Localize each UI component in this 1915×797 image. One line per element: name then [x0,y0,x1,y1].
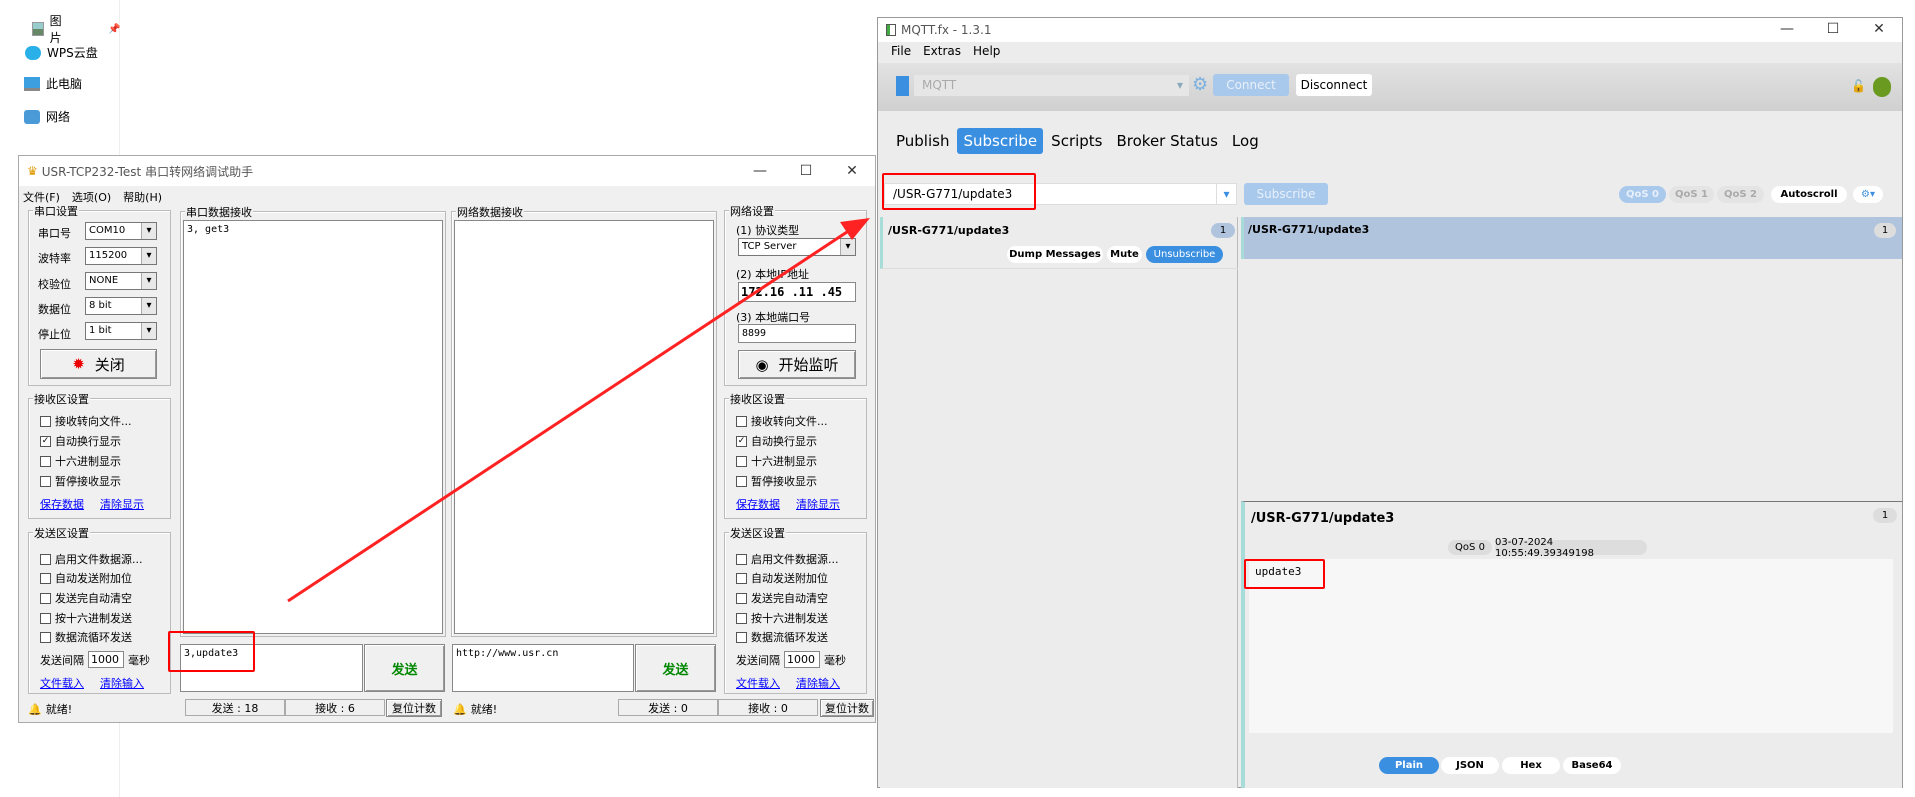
annotation-arrow [287,218,870,603]
